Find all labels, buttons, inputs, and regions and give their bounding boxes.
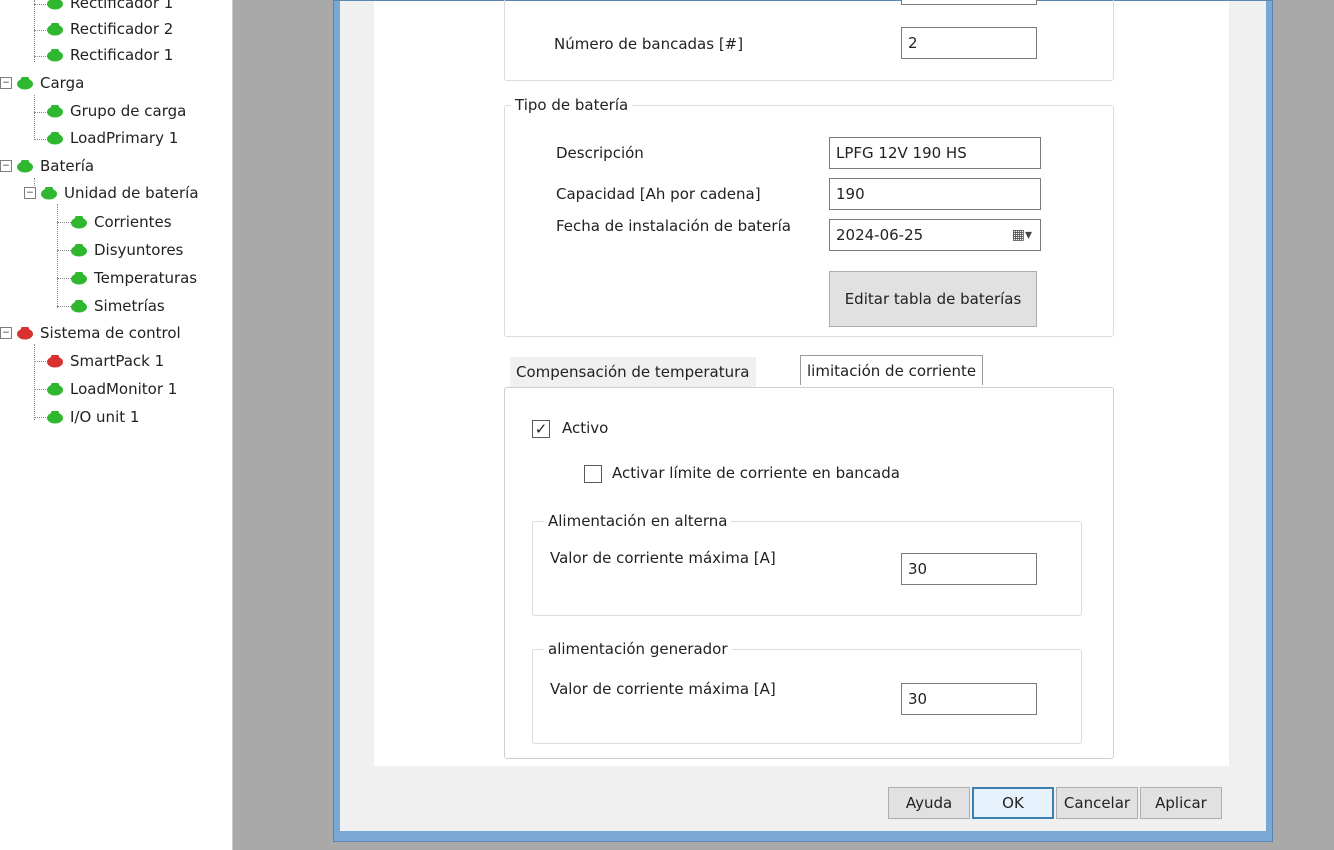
tree-connector — [34, 95, 35, 140]
status-ok-icon — [71, 300, 87, 313]
calendar-dropdown-icon[interactable]: ▦▾ — [1012, 227, 1032, 243]
generator-supply-title: alimentación generador — [544, 640, 732, 658]
tree-node-load-group[interactable]: Grupo de carga — [46, 100, 186, 122]
status-alarm-icon — [47, 355, 63, 368]
tree-node-io-unit[interactable]: I/O unit 1 — [46, 406, 139, 428]
tree-connector — [57, 204, 58, 308]
battery-config-dialog: Número de bancadas [#] 2 Tipo de batería… — [333, 0, 1273, 842]
tree-node-label: I/O unit 1 — [70, 408, 140, 426]
description-input[interactable]: LPFG 12V 190 HS — [829, 137, 1041, 169]
status-ok-icon — [47, 411, 63, 424]
system-tree: Rectificador 1 Rectificador 2 Rectificad… — [0, 0, 233, 850]
tree-node-symmetries[interactable]: Simetrías — [70, 295, 165, 317]
tree-connector — [57, 306, 71, 307]
tree-connector — [57, 278, 71, 279]
tree-node-label: Grupo de carga — [70, 102, 187, 120]
install-date-picker[interactable]: 2024-06-25 ▦▾ — [829, 219, 1041, 251]
tree-node-label: Rectificador 1 — [70, 0, 174, 12]
bank-count-label: Número de bancadas [#] — [554, 35, 744, 53]
install-date-label: Fecha de instalación de batería — [556, 217, 791, 235]
collapse-icon[interactable]: − — [0, 160, 12, 172]
help-button[interactable]: Ayuda — [888, 787, 970, 819]
bank-current-limit-label: Activar límite de corriente en bancada — [612, 464, 900, 482]
tree-node-battery-unit[interactable]: − Unidad de batería — [24, 182, 199, 204]
dialog-body: Número de bancadas [#] 2 Tipo de batería… — [340, 0, 1266, 831]
tree-node-label: Rectificador 1 — [70, 46, 174, 64]
tree-node-label: Sistema de control — [40, 324, 181, 342]
tree-node-load[interactable]: − Carga — [0, 72, 84, 94]
battery-type-title: Tipo de batería — [511, 96, 633, 114]
top-partial-field[interactable] — [901, 0, 1037, 5]
status-ok-icon — [47, 0, 63, 10]
tree-node-label: Batería — [40, 157, 95, 175]
bank-count-input[interactable]: 2 — [901, 27, 1037, 59]
tree-node-battery[interactable]: − Batería — [0, 155, 94, 177]
active-label: Activo — [562, 419, 609, 437]
tree-node-currents[interactable]: Corrientes — [70, 211, 172, 233]
tree-node-load-monitor[interactable]: LoadMonitor 1 — [46, 378, 177, 400]
edit-battery-table-button[interactable]: Editar tabla de baterías — [829, 271, 1037, 327]
status-ok-icon — [71, 244, 87, 257]
status-alarm-icon — [17, 327, 33, 340]
apply-button[interactable]: Aplicar — [1140, 787, 1222, 819]
tree-connector — [34, 0, 35, 62]
capacity-input[interactable]: 190 — [829, 178, 1041, 210]
collapse-icon[interactable]: − — [24, 187, 36, 199]
status-ok-icon — [71, 216, 87, 229]
tree-node-temperatures[interactable]: Temperaturas — [70, 267, 197, 289]
status-ok-icon — [71, 272, 87, 285]
tree-node-label: Simetrías — [94, 297, 165, 315]
status-ok-icon — [17, 160, 33, 173]
dialog-content: Número de bancadas [#] 2 Tipo de batería… — [374, 0, 1229, 766]
tree-node-label: SmartPack 1 — [70, 352, 165, 370]
generator-max-current-label: Valor de corriente máxima [A] — [550, 680, 776, 698]
status-ok-icon — [47, 49, 63, 62]
tree-node-label: Rectificador 2 — [70, 20, 174, 38]
tree-node-load-primary[interactable]: LoadPrimary 1 — [46, 127, 178, 149]
tree-node-label: LoadPrimary 1 — [70, 129, 179, 147]
ac-max-current-label: Valor de corriente máxima [A] — [550, 549, 776, 567]
ac-supply-title: Alimentación en alterna — [544, 512, 732, 530]
collapse-icon[interactable]: − — [0, 77, 12, 89]
status-ok-icon — [41, 187, 57, 200]
status-ok-icon — [47, 383, 63, 396]
capacity-label: Capacidad [Ah por cadena] — [556, 185, 761, 203]
description-label: Descripción — [556, 144, 644, 162]
install-date-value: 2024-06-25 — [836, 226, 924, 244]
tree-node-label: Corrientes — [94, 213, 172, 231]
status-ok-icon — [47, 23, 63, 36]
collapse-icon[interactable]: − — [0, 327, 12, 339]
tree-node-rectifier[interactable]: Rectificador 2 — [46, 18, 173, 40]
tree-node-breakers[interactable]: Disyuntores — [70, 239, 183, 261]
tree-node-label: Disyuntores — [94, 241, 184, 259]
tab-temperature-compensation[interactable]: Compensación de temperatura — [510, 357, 756, 387]
tree-node-label: LoadMonitor 1 — [70, 380, 178, 398]
tree-node-label: Carga — [40, 74, 85, 92]
cancel-button[interactable]: Cancelar — [1056, 787, 1138, 819]
bank-current-limit-checkbox[interactable] — [584, 465, 602, 483]
tree-node-smartpack[interactable]: SmartPack 1 — [46, 350, 164, 372]
tree-node-rectifier[interactable]: Rectificador 1 — [46, 0, 173, 14]
tree-connector — [57, 222, 71, 223]
ac-max-current-input[interactable]: 30 — [901, 553, 1037, 585]
status-ok-icon — [47, 132, 63, 145]
ok-button[interactable]: OK — [972, 787, 1054, 819]
status-ok-icon — [47, 105, 63, 118]
active-checkbox[interactable]: ✓ — [532, 420, 550, 438]
tab-current-limitation[interactable]: limitación de corriente — [800, 355, 984, 385]
generator-max-current-input[interactable]: 30 — [901, 683, 1037, 715]
tree-connector — [57, 250, 71, 251]
tree-node-label: Unidad de batería — [64, 184, 199, 202]
tree-node-rectifier[interactable]: Rectificador 1 — [46, 44, 173, 66]
tree-node-label: Temperaturas — [94, 269, 198, 287]
tree-connector — [34, 344, 35, 420]
status-ok-icon — [17, 77, 33, 90]
tree-node-control-system[interactable]: − Sistema de control — [0, 322, 181, 344]
